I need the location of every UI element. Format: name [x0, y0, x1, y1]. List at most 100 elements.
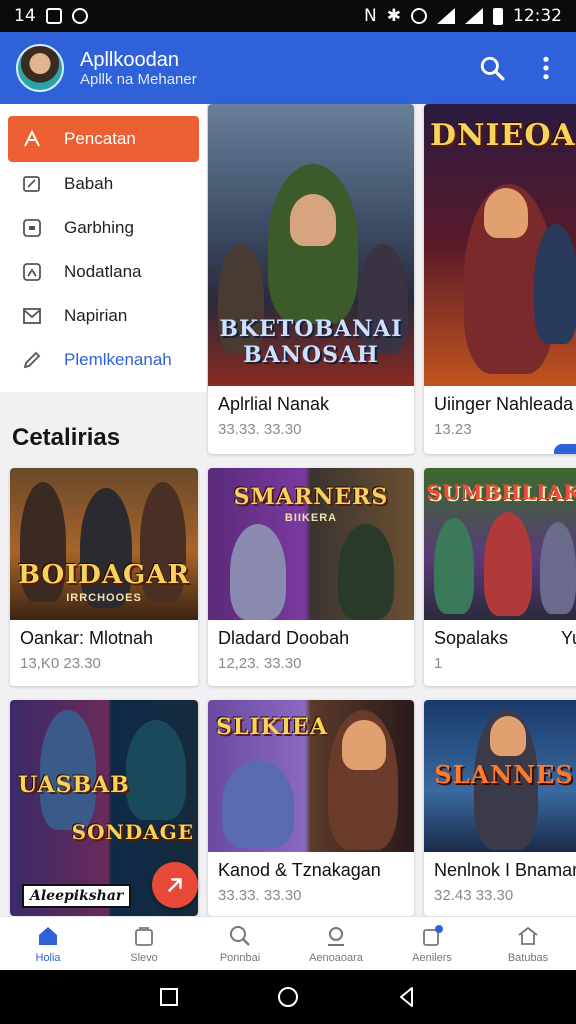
status-left-text: 14 — [14, 6, 36, 26]
navigation-drawer: Pencatan Babah Garbhing Nodatlana Napiri… — [0, 104, 208, 392]
game-meta: 13.23 — [434, 421, 472, 438]
drawer-item-label: Napirian — [64, 306, 128, 325]
drawer-item-nodatlana[interactable]: Nodatlana — [8, 250, 199, 294]
mail-icon — [22, 306, 42, 326]
home-icon — [39, 926, 57, 945]
drawer-item-label: Nodatlana — [64, 262, 142, 281]
avatar[interactable] — [16, 44, 64, 92]
store-icon — [135, 926, 153, 946]
house-icon — [518, 926, 538, 945]
drawer-item-napirian[interactable]: Napirian — [8, 294, 199, 338]
game-card[interactable]: BOIDAGAR IRRCHOOES Oankar: Mlotnah 13,K0… — [10, 468, 198, 686]
bottom-nav-label: Aenoaoara — [309, 951, 363, 964]
artwork-title: SLANNES — [434, 760, 574, 789]
drawer-item-garbhing[interactable]: Garbhing — [8, 206, 199, 250]
artwork-title: BKETOBANAI BANOSAH — [219, 316, 403, 368]
bottom-nav-label: Holia — [35, 951, 61, 964]
game-card[interactable]: SMARNERS BIIKERA Dladard Doobah 12,23. 3… — [208, 468, 414, 686]
alarm-icon — [411, 8, 427, 24]
home-button-icon[interactable] — [276, 985, 300, 1009]
share-fab[interactable] — [152, 862, 198, 908]
game-card[interactable]: SLANNES Nenlnok I Bnamar 32.43 33.30 — [424, 700, 576, 916]
featured-card[interactable]: DNIEOAH Uiinger Nahleada 13.23 ✚ — [424, 104, 576, 454]
game-name: Nenlnok I Bnamar — [434, 860, 576, 880]
game-artwork: SLIKIEA — [208, 700, 414, 852]
drawer-item-babah[interactable]: Babah — [8, 162, 199, 206]
more-vert-icon — [543, 56, 549, 80]
drawer-item-plemlkenanah[interactable]: Plemlkenanah — [8, 338, 199, 382]
game-artwork: DNIEOAH — [424, 104, 576, 386]
artwork-title: SUMBHLIAK — [426, 480, 576, 504]
game-meta: 12,23. 33.30 — [218, 655, 302, 672]
bottom-nav-label: Ponnbai — [219, 951, 261, 964]
bottom-nav-store[interactable]: Slevo — [96, 917, 192, 970]
arrow-icon — [168, 878, 182, 892]
game-meta: 33.33. 33.30 — [218, 887, 302, 904]
featured-card[interactable]: BKETOBANAI BANOSAH Aplrlial Nanak 33.33.… — [208, 104, 414, 454]
wifi-icon — [465, 8, 483, 24]
game-name: Sopalaks — [434, 628, 509, 648]
game-artwork: BOIDAGAR IRRCHOOES — [10, 468, 198, 620]
section-title: Cetalirias — [12, 424, 121, 451]
drawer-item-label: Babah — [64, 174, 114, 193]
bottom-nav-label: Batubas — [507, 951, 549, 964]
bottom-nav-label: Aenilers — [412, 951, 452, 964]
game-card[interactable]: SUMBHLIAK Sopalaks 1 Yu — [424, 468, 576, 686]
artwork-subtitle: IRRCHOOES — [66, 592, 142, 604]
app-title: Apllkoodan — [80, 48, 179, 71]
status-time: 12:32 — [513, 6, 562, 26]
artwork-title: UASBAB — [18, 772, 130, 798]
game-artwork: SUMBHLIAK — [424, 468, 576, 620]
notification-icon — [45, 8, 62, 24]
drawer-item-label: Pencatan — [64, 129, 136, 148]
inbox-icon — [423, 924, 443, 946]
artwork-subtitle: SONDAGE — [71, 820, 194, 844]
arrows-icon: ✚ — [560, 451, 576, 454]
search-icon — [480, 56, 505, 81]
app-subtitle: Apllk na Mehaner — [80, 70, 197, 88]
artwork-title: DNIEOAH — [430, 118, 576, 153]
edit-icon — [22, 174, 42, 194]
game-card[interactable]: SLIKIEA Kanod & Tznakagan 33.33. 33.30 — [208, 700, 414, 916]
bottom-navigation: Holia Slevo Ponnbai Aenoaoara Aenilers B… — [0, 916, 576, 970]
search-icon — [230, 925, 250, 946]
game-artwork: SLANNES — [424, 700, 576, 852]
game-meta: 13,K0 23.30 — [20, 655, 101, 672]
game-meta: 1 — [434, 655, 443, 672]
bottom-nav-label: Slevo — [130, 951, 158, 964]
more-options-button[interactable] — [532, 54, 560, 82]
artwork-banner: Aleepikshar — [22, 884, 132, 908]
artwork-subtitle: BIIKERA — [284, 512, 338, 524]
game-name: Dladard Doobah — [218, 628, 350, 648]
bottom-nav-search[interactable]: Ponnbai — [192, 917, 288, 970]
recents-icon[interactable] — [157, 985, 181, 1009]
game-name: Uiinger Nahleada — [434, 394, 574, 414]
expand-button[interactable]: ✚ — [554, 444, 576, 454]
back-icon[interactable] — [395, 985, 419, 1009]
nfc-icon: N — [364, 6, 377, 26]
artwork-title: SMARNERS — [233, 484, 389, 510]
game-name: Aplrlial Nanak — [218, 394, 330, 414]
search-button[interactable] — [478, 54, 506, 82]
battery-icon — [493, 7, 503, 25]
artwork-title: SLIKIEA — [216, 714, 328, 740]
image-icon — [22, 262, 42, 282]
square-icon — [22, 218, 42, 238]
game-meta: 33.33. 33.30 — [218, 421, 302, 438]
bottom-nav-library[interactable]: Batubas — [480, 917, 576, 970]
game-name: Oankar: Mlotnah — [20, 628, 154, 648]
bottom-nav-notifications[interactable]: Aenilers — [384, 917, 480, 970]
game-artwork: BKETOBANAI BANOSAH — [208, 104, 414, 386]
bottom-nav-profile[interactable]: Aenoaoara — [288, 917, 384, 970]
bottom-nav-home[interactable]: Holia — [0, 917, 96, 970]
blocked-icon — [71, 8, 88, 24]
drawer-item-pencatan[interactable]: Pencatan — [8, 116, 199, 162]
bluetooth-icon: ✱ — [386, 6, 401, 26]
game-extra: Yu — [560, 628, 576, 648]
artwork-title: BOIDAGAR — [18, 560, 190, 590]
status-bar: 14 N ✱ 12:32 — [0, 0, 576, 32]
profile-icon — [328, 926, 344, 946]
drawer-item-label: Plemlkenanah — [64, 350, 172, 369]
game-artwork: SMARNERS BIIKERA — [208, 468, 414, 620]
game-meta: 32.43 33.30 — [434, 887, 514, 904]
